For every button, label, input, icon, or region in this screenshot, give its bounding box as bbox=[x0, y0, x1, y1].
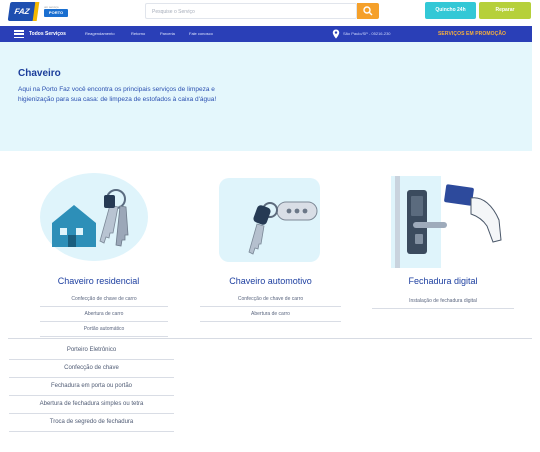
house-keys-icon[interactable] bbox=[38, 171, 154, 263]
residential-item-automatic-gate[interactable]: Portão automático bbox=[40, 322, 168, 337]
card-title-residential[interactable]: Chaveiro residencial bbox=[37, 276, 160, 286]
top-header: FAZ um serviço PORTO Quincho 24h Reparar bbox=[0, 0, 540, 24]
repair-button[interactable]: Reparar bbox=[479, 2, 531, 19]
extra-item-electronic-doorman[interactable]: Porteiro Eletrônico bbox=[9, 341, 174, 360]
hero-description: Aqui na Porto Faz você encontra os princ… bbox=[18, 86, 217, 103]
nav-link-reagendamento[interactable]: Reagendamento bbox=[85, 26, 115, 42]
all-services-link[interactable]: Todos Serviços bbox=[29, 26, 66, 42]
extra-item-lock-secret-change[interactable]: Troca de segredo de fechadura bbox=[9, 413, 174, 432]
search-box bbox=[145, 3, 357, 19]
automotive-item-car-opening[interactable]: Abertura de carro bbox=[200, 307, 341, 322]
porto-logo[interactable]: um serviço PORTO bbox=[44, 5, 70, 20]
search-icon bbox=[363, 6, 373, 16]
main-nav: Todos Serviços Reagendamento Retorno Par… bbox=[0, 26, 532, 42]
location-pin-icon bbox=[332, 29, 340, 39]
faz-logo[interactable]: FAZ bbox=[7, 2, 40, 21]
nav-link-fale-conosco[interactable]: Fale conosco bbox=[189, 26, 213, 42]
extra-item-lock-opening[interactable]: Abertura de fechadura simples ou tetra bbox=[9, 395, 174, 414]
extra-item-lock-door-gate[interactable]: Fechadura em porta ou portão bbox=[9, 377, 174, 396]
extra-item-key-copy[interactable]: Confecção de chave bbox=[9, 359, 174, 378]
digital-lock-icon[interactable] bbox=[389, 176, 509, 270]
digital-lock-item-installation[interactable]: Instalação de fechadura digital bbox=[372, 294, 514, 309]
card-title-automotive[interactable]: Chaveiro automotivo bbox=[208, 276, 333, 286]
section-divider bbox=[8, 338, 532, 339]
residential-item-car-opening[interactable]: Abertura de carro bbox=[40, 307, 168, 322]
hamburger-menu-icon[interactable] bbox=[14, 30, 24, 39]
car-key-icon[interactable] bbox=[217, 176, 322, 264]
nav-link-parceria[interactable]: Parceria bbox=[160, 26, 175, 42]
card-title-digital-lock[interactable]: Fechadura digital bbox=[372, 276, 514, 286]
nav-link-retorno[interactable]: Retorno bbox=[131, 26, 145, 42]
page-title: Chaveiro bbox=[18, 68, 61, 79]
hero-banner: Chaveiro Aqui na Porto Faz você encontra… bbox=[0, 42, 532, 151]
search-input[interactable] bbox=[152, 7, 342, 16]
residential-item-car-key[interactable]: Confecção de chave de carro bbox=[40, 292, 168, 307]
automotive-item-car-key[interactable]: Confecção de chave de carro bbox=[200, 292, 341, 307]
search-button[interactable] bbox=[357, 3, 379, 19]
quick-24h-button[interactable]: Quincho 24h bbox=[425, 2, 476, 19]
location-text[interactable]: São Paulo/SP - 05216-230 bbox=[343, 26, 391, 42]
promo-services-link[interactable]: SERVIÇOS EM PROMOÇÃO bbox=[438, 26, 506, 42]
